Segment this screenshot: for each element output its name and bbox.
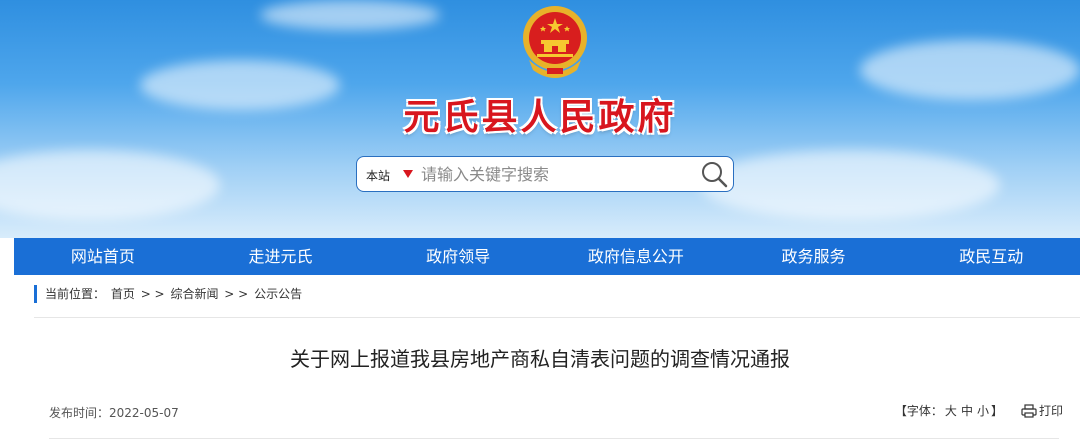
nav-item-home[interactable]: 网站首页 xyxy=(14,238,192,275)
breadcrumb: 当前位置： 首页 > > 综合新闻 > > 公示公告 xyxy=(34,285,304,303)
article-tools: 【字体： 大 中 小 】 打印 xyxy=(895,402,1063,419)
nav-item-interaction[interactable]: 政民互动 xyxy=(902,238,1080,275)
nav-item-leaders[interactable]: 政府领导 xyxy=(369,238,547,275)
search-scope-label[interactable]: 本站 xyxy=(366,167,390,184)
breadcrumb-separator: > > xyxy=(224,287,249,301)
divider xyxy=(34,317,1080,318)
site-title: 元氏县人民政府 xyxy=(403,97,677,138)
breadcrumb-current-link[interactable]: 公示公告 xyxy=(254,287,302,301)
search-icon[interactable] xyxy=(699,160,729,188)
breadcrumb-separator: > > xyxy=(140,287,165,301)
font-size-large[interactable]: 大 xyxy=(945,402,957,419)
breadcrumb-home-link[interactable]: 首页 xyxy=(111,287,135,301)
font-size-open: 【字体： xyxy=(894,404,943,418)
print-label: 打印 xyxy=(1038,404,1063,418)
header-banner: 元氏县人民政府 本站 xyxy=(0,0,1080,238)
publish-date-value: 2022-05-07 xyxy=(109,406,179,420)
national-emblem-icon xyxy=(523,6,587,78)
search-box: 本站 xyxy=(356,156,734,192)
cloud xyxy=(260,0,440,30)
divider xyxy=(49,438,1059,439)
cloud xyxy=(0,150,220,220)
publish-date-label: 发布时间： xyxy=(49,406,110,420)
cloud xyxy=(700,150,1000,220)
article-title: 关于网上报道我县房地产商私自清表问题的调查情况通报 xyxy=(290,347,790,371)
font-size-small[interactable]: 小 xyxy=(977,402,989,419)
main-nav: 网站首页 走进元氏 政府领导 政府信息公开 政务服务 政民互动 xyxy=(14,238,1080,275)
font-size-close: 】 xyxy=(990,404,1003,418)
breadcrumb-section-link[interactable]: 综合新闻 xyxy=(170,287,218,301)
dropdown-arrow-icon[interactable] xyxy=(403,170,413,178)
print-button[interactable]: 打印 xyxy=(1021,402,1063,419)
breadcrumb-prefix: 当前位置： xyxy=(45,287,106,301)
search-input[interactable] xyxy=(421,162,691,186)
publish-date: 发布时间：2022-05-07 xyxy=(49,404,179,421)
nav-item-services[interactable]: 政务服务 xyxy=(725,238,903,275)
printer-icon xyxy=(1021,403,1037,418)
nav-item-gov-info[interactable]: 政府信息公开 xyxy=(547,238,725,275)
font-size-medium[interactable]: 中 xyxy=(961,402,973,419)
nav-item-about[interactable]: 走进元氏 xyxy=(192,238,370,275)
